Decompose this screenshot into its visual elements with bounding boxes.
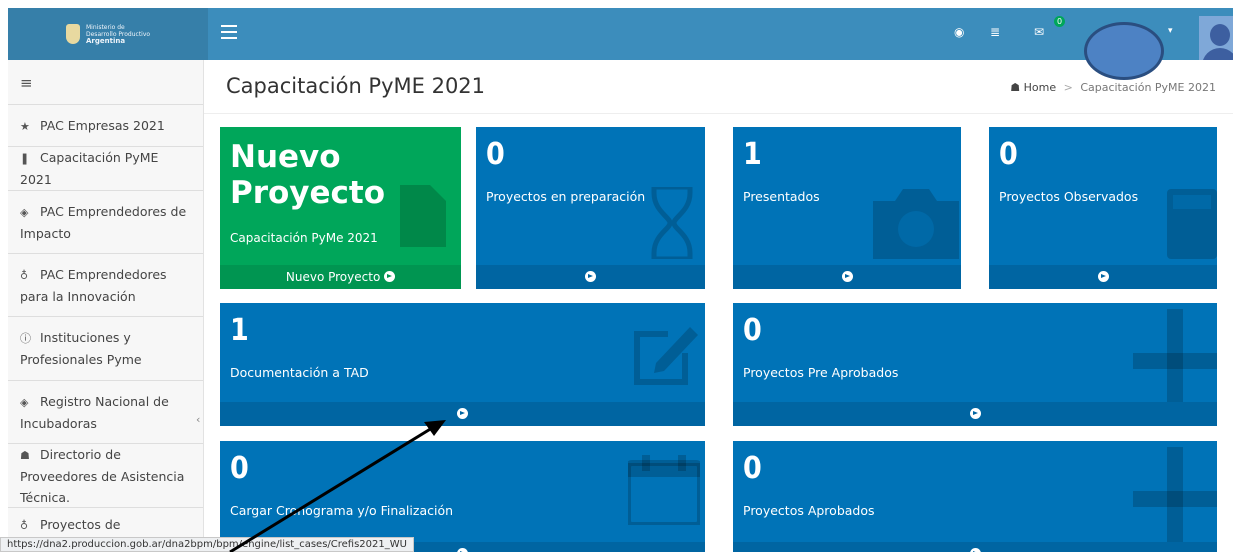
sidebar-item-proveedores[interactable]: ☗ Directorio de Proveedores de Asistencia… [8,444,203,508]
sidebar-item-incubadoras[interactable]: ◈ Registro Nacional de Incubadoras [8,381,203,444]
sidebar-item-label: PAC Emprendedores de Impacto [20,203,187,241]
stat-label: Proyectos Pre Aprobados [743,365,899,380]
stat-label: Proyectos Observados [999,189,1139,204]
edit-icon [634,327,698,385]
logo-line-3: Argentina [86,36,126,45]
sidebar-collapse-icon[interactable]: ≡ [8,60,203,105]
page-title: Capacitación PyME 2021 [226,74,486,98]
sidebar-item-label: Instituciones y Profesionales Pyme [20,330,142,367]
tasks-icon[interactable]: ≣ [990,25,1000,39]
info-icon: ⓘ [20,332,31,345]
stat-value: 1 [743,137,762,172]
envelope-icon[interactable]: ✉ [1034,25,1044,39]
book-icon: ❚ [20,152,30,165]
stat-box-presentados[interactable]: 1 Presentados [733,127,961,289]
chevron-left-icon[interactable]: ‹ [196,413,200,426]
lightbulb-icon: ♁ [20,268,29,282]
stat-value: 0 [999,137,1018,172]
sidebar-item-label: Capacitación PyME 2021 [20,150,159,187]
sidebar-item-emprendedores-innovacion[interactable]: ♁ PAC Emprendedores para la Innovación [8,254,203,317]
dashboard-icon[interactable]: ◉ [954,25,964,39]
coat-of-arms-icon [66,24,80,44]
arrow-circle-right-icon [841,271,853,282]
more-info-link[interactable] [220,402,705,426]
new-project-button[interactable]: Nuevo Proyecto [220,265,461,289]
user-menu-redaction[interactable] [1084,22,1164,80]
stat-value: 1 [230,313,249,348]
more-info-link[interactable] [989,265,1217,289]
logo-text: Ministerio de Desarrollo Productivo Arge… [86,24,150,45]
menu-toggle-icon[interactable] [221,25,237,39]
divider [204,113,1233,114]
stat-label: Documentación a TAD [230,365,369,380]
sidebar-item-capacitacion[interactable]: ❚ Capacitación PyME 2021 [8,147,203,191]
sidebar-item-instituciones[interactable]: ⓘ Instituciones y Profesionales Pyme [8,317,203,381]
stat-box-observados[interactable]: 0 Proyectos Observados [989,127,1217,289]
new-project-subtitle: Capacitación PyMe 2021 [230,231,378,245]
camera-icon [873,189,959,259]
notification-badge: 0 [1054,16,1065,27]
new-project-button-label: Nuevo Proyecto [285,270,381,284]
sidebar-item-label: PAC Empresas 2021 [40,117,165,133]
stat-box-aprobados[interactable]: 0 Proyectos Aprobados [733,441,1217,552]
calendar-icon [628,455,700,525]
arrow-circle-right-icon [384,271,396,282]
sidebar: ≡ ★ PAC Empresas 2021 ❚ Capacitación PyME … [8,60,204,552]
new-project-title: Nuevo Proyecto [230,139,386,211]
compass-icon: ◈ [20,395,29,409]
home-icon: ☗ [1010,81,1021,94]
sidebar-item-label: PAC Emprendedores para la Innovación [20,266,167,304]
stat-value: 0 [230,451,249,486]
stat-label: Presentados [743,189,820,204]
plus-icon [1133,447,1217,547]
hourglass-icon [651,187,693,259]
status-bar-url: https://dna2.produccion.gob.ar/dna2bpm/b… [0,537,414,552]
arrow-circle-right-icon [969,548,981,552]
lightbulb-icon: ♁ [20,519,29,532]
arrow-circle-right-icon [969,408,981,419]
stat-label: Proyectos Aprobados [743,503,875,518]
ministry-logo[interactable]: Ministerio de Desarrollo Productivo Arge… [8,8,208,60]
sidebar-item-label: Registro Nacional de Incubadoras [20,393,169,431]
breadcrumb-home[interactable]: Home [1024,81,1056,94]
stat-box-cronograma[interactable]: 0 Cargar Cronograma y/o Finalización [220,441,705,552]
arrow-circle-right-icon [585,271,596,282]
top-navbar: Ministerio de Desarrollo Productivo Arge… [8,8,1233,80]
calculator-icon [1167,189,1217,259]
stat-value: 0 [743,313,762,348]
star-icon: ★ [20,119,30,133]
arrow-circle-right-icon [457,408,468,419]
stat-box-preparacion[interactable]: 0 Proyectos en preparación [476,127,705,289]
logo-line-1: Ministerio de [86,23,125,31]
breadcrumb-current: Capacitación PyME 2021 [1080,81,1216,94]
arrow-circle-right-icon [457,548,468,552]
more-info-link[interactable] [733,402,1217,426]
stat-value: 0 [743,451,762,486]
arrow-circle-right-icon [1097,271,1109,282]
stat-box-preaprobados[interactable]: 0 Proyectos Pre Aprobados [733,303,1217,426]
main-content: Capacitación PyME 2021 ☗ Home > Capacita… [204,60,1233,552]
document-icon [400,185,446,247]
more-info-link[interactable] [733,265,961,289]
breadcrumb-separator: > [1063,81,1073,94]
stat-box-tad[interactable]: 1 Documentación a TAD [220,303,705,426]
new-project-box[interactable]: Nuevo Proyecto Capacitación PyMe 2021 Nu… [220,127,461,289]
chevron-down-icon[interactable]: ▾ [1168,26,1173,36]
plus-icon [1133,309,1217,409]
more-info-link[interactable] [733,542,1217,552]
stat-value: 0 [486,137,505,172]
users-icon: ☗ [20,448,30,462]
breadcrumb: ☗ Home > Capacitación PyME 2021 [1010,81,1216,94]
stat-label: Cargar Cronograma y/o Finalización [230,503,454,518]
more-info-link[interactable] [476,265,705,289]
compass-icon: ◈ [20,205,29,219]
stat-label: Proyectos en preparación [486,189,646,204]
sidebar-item-label: Directorio de Proveedores de Asistencia … [20,446,185,505]
sidebar-item-emprendedores-impacto[interactable]: ◈ PAC Emprendedores de Impacto [8,191,203,254]
sidebar-item-pac-empresas[interactable]: ★ PAC Empresas 2021 [8,105,203,147]
